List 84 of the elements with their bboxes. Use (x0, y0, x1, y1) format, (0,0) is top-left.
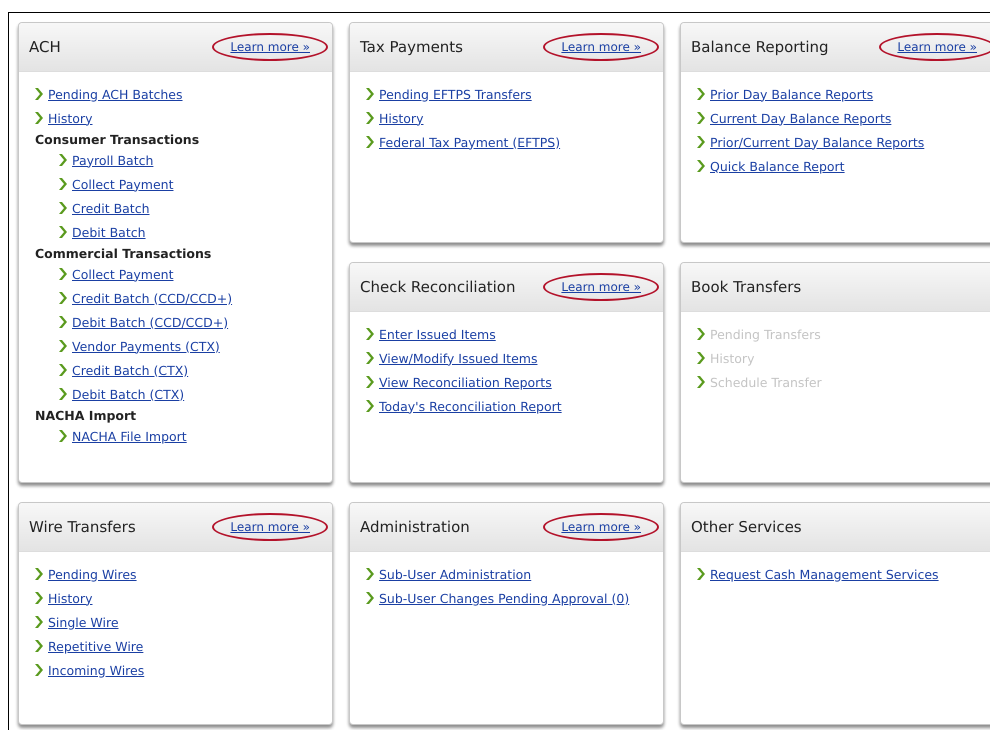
chevron-icon (697, 568, 705, 580)
group-heading: Consumer Transactions (35, 130, 200, 148)
menu-link[interactable]: Federal Tax Payment (EFTPS) (379, 134, 560, 150)
chevron-icon (697, 136, 705, 148)
card-title: Tax Payments (360, 38, 464, 56)
chevron-icon (366, 352, 374, 364)
menu-link[interactable]: Credit Batch (CTX) (72, 362, 188, 378)
menu-link[interactable]: Vendor Payments (CTX) (72, 338, 220, 354)
menu-link[interactable]: Incoming Wires (48, 662, 144, 678)
chevron-icon (366, 568, 374, 580)
chevron-icon (59, 364, 67, 376)
chevron-icon (697, 112, 705, 124)
menu-link[interactable]: Pending EFTPS Transfers (379, 86, 532, 102)
menu-link[interactable]: View Reconciliation Reports (379, 374, 552, 390)
menu-link[interactable]: Today's Reconciliation Report (379, 398, 562, 414)
menu-link[interactable]: Sub-User Changes Pending Approval (0) (379, 590, 630, 606)
card-title: Other Services (691, 518, 802, 536)
chevron-icon (366, 400, 374, 412)
chevron-icon (366, 136, 374, 148)
menu-link[interactable]: Repetitive Wire (48, 638, 144, 654)
chevron-icon (366, 592, 374, 604)
chevron-icon (59, 268, 67, 280)
menu-link[interactable]: Enter Issued Items (379, 326, 496, 342)
chevron-icon (366, 112, 374, 124)
learn-more-link[interactable]: Learn more » (230, 520, 310, 534)
chevron-icon (59, 388, 67, 400)
menu-link[interactable]: Credit Batch (CCD/CCD+) (72, 290, 232, 306)
chevron-icon (59, 430, 67, 442)
card-title: Administration (360, 518, 470, 536)
chevron-icon (697, 352, 705, 364)
chevron-icon (697, 376, 705, 388)
menu-link[interactable]: Sub-User Administration (379, 566, 532, 582)
chevron-icon (35, 112, 43, 124)
menu-link[interactable]: Pending Wires (48, 566, 137, 582)
menu-link[interactable]: Debit Batch (CTX) (72, 386, 184, 402)
chevron-icon (697, 328, 705, 340)
menu-link[interactable]: History (379, 110, 424, 126)
card-title: Wire Transfers (29, 518, 136, 536)
card-title: Book Transfers (691, 278, 802, 296)
learn-more-link[interactable]: Learn more » (561, 280, 641, 294)
learn-more-link[interactable]: Learn more » (897, 40, 977, 54)
chevron-icon (59, 154, 67, 166)
chevron-icon (366, 328, 374, 340)
menu-link[interactable]: Prior/Current Day Balance Reports (710, 134, 924, 150)
chevron-icon (35, 640, 43, 652)
chevron-icon (35, 616, 43, 628)
menu-link[interactable]: Quick Balance Report (710, 158, 845, 174)
menu-link[interactable]: NACHA File Import (72, 428, 187, 444)
card-title: Balance Reporting (691, 38, 829, 56)
menu-link[interactable]: Debit Batch (CCD/CCD+) (72, 314, 228, 330)
menu-link[interactable]: Single Wire (48, 614, 119, 630)
chevron-icon (697, 160, 705, 172)
learn-more-link[interactable]: Learn more » (561, 40, 641, 54)
menu-link[interactable]: History (48, 590, 92, 606)
group-heading: NACHA Import (35, 406, 138, 424)
chevron-icon (59, 202, 67, 214)
chevron-icon (35, 592, 43, 604)
menu-link[interactable]: Debit Batch (72, 224, 146, 240)
chevron-icon (366, 88, 374, 100)
menu-link[interactable]: History (48, 110, 92, 126)
chevron-icon (59, 316, 67, 328)
menu-link[interactable]: Collect Payment (72, 266, 174, 282)
chevron-icon (59, 178, 67, 190)
chevron-icon (366, 376, 374, 388)
menu-link[interactable]: Prior Day Balance Reports (710, 86, 874, 102)
chevron-icon (59, 292, 67, 304)
chevron-icon (35, 664, 43, 676)
chevron-icon (35, 568, 43, 580)
group-heading: Commercial Transactions (35, 244, 212, 262)
chevron-icon (59, 340, 67, 352)
menu-link[interactable]: Credit Batch (72, 200, 150, 216)
learn-more-link[interactable]: Learn more » (230, 40, 310, 54)
card-title: Check Reconciliation (360, 278, 516, 296)
menu-link[interactable]: View/Modify Issued Items (379, 350, 538, 366)
menu-link[interactable]: Current Day Balance Reports (710, 110, 892, 126)
menu-link[interactable]: Collect Payment (72, 176, 174, 192)
menu-link[interactable]: Pending ACH Batches (48, 86, 183, 102)
chevron-icon (59, 226, 67, 238)
menu-link[interactable]: Request Cash Management Services (710, 566, 939, 582)
learn-more-link[interactable]: Learn more » (561, 520, 641, 534)
chevron-icon (35, 88, 43, 100)
menu-link[interactable]: Payroll Batch (72, 152, 154, 168)
chevron-icon (697, 88, 705, 100)
card-title: ACH (29, 38, 61, 56)
